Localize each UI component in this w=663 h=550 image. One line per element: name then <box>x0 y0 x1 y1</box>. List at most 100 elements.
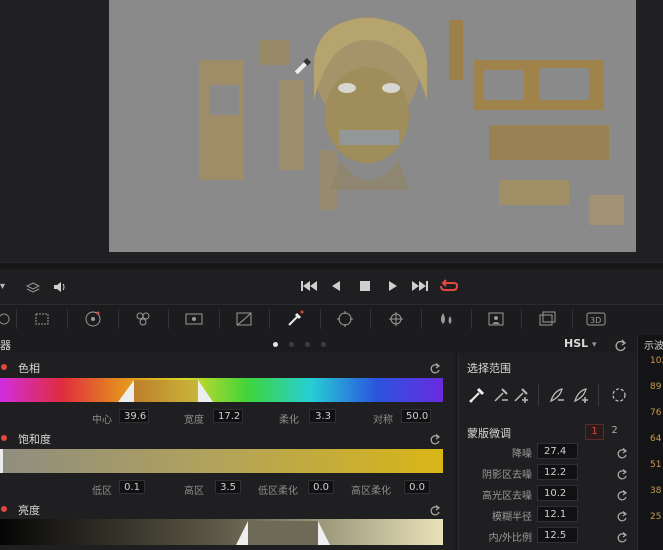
toolbar-divider <box>521 309 522 329</box>
tool-1-icon[interactable] <box>0 308 16 330</box>
panel-title: 器 <box>0 339 11 352</box>
scope-tick: 38 <box>650 486 662 496</box>
stop-icon[interactable] <box>356 277 374 295</box>
luminance-reset-icon[interactable] <box>429 502 441 516</box>
toolbar-divider <box>67 309 68 329</box>
hue-center-label: 中心 <box>92 415 112 426</box>
hue-reset-icon[interactable] <box>429 360 441 374</box>
hue-symmetry-label: 对称 <box>373 415 393 426</box>
page-tab-2[interactable]: 2 <box>606 424 623 438</box>
row-reset-icon[interactable] <box>616 529 628 543</box>
toolbar-divider <box>421 309 422 329</box>
mode-select[interactable]: HSL ▾ <box>564 337 597 350</box>
row-reset-icon[interactable] <box>616 445 628 459</box>
scope-header: 示波 <box>644 341 663 352</box>
tracker-icon[interactable] <box>384 308 408 330</box>
scope-tick: 102 <box>650 356 663 366</box>
scope-tick: 89 <box>650 382 662 392</box>
skip-to-start-icon[interactable] <box>300 277 318 295</box>
toolbar-divider <box>269 309 270 329</box>
key-icon[interactable] <box>484 308 508 330</box>
matte-row-value[interactable]: 10.2 <box>537 485 578 501</box>
step-back-icon[interactable] <box>327 277 345 295</box>
layers-icon[interactable] <box>25 279 41 298</box>
hue-center-value[interactable]: 39.6 <box>119 409 149 423</box>
hue-enabled-indicator[interactable] <box>1 364 7 370</box>
feather-add-icon[interactable] <box>572 386 590 408</box>
sizing-icon[interactable] <box>535 308 559 330</box>
toolbar-divider <box>219 309 220 329</box>
row-reset-icon[interactable] <box>616 487 628 501</box>
scope-tick: 76 <box>650 408 662 418</box>
page-dot[interactable] <box>289 342 294 347</box>
rgb-mixer-icon[interactable] <box>131 308 155 330</box>
hue-soft-label: 柔化 <box>279 415 299 426</box>
toolbar-divider <box>572 309 573 329</box>
qualifier-eyedropper-icon[interactable] <box>283 308 307 330</box>
divider <box>538 384 539 406</box>
dropdown-chevron-icon[interactable]: ▾ <box>0 281 5 292</box>
saturation-slider[interactable] <box>0 449 443 473</box>
motion-effects-icon[interactable] <box>182 308 206 330</box>
feather-subtract-icon[interactable] <box>548 386 566 408</box>
hue-title: 色相 <box>18 362 40 375</box>
toolbar-divider <box>16 309 17 329</box>
page-dot[interactable] <box>321 342 326 347</box>
eyedropper-add-icon[interactable] <box>512 386 530 408</box>
matte-row-value[interactable]: 12.1 <box>537 506 578 522</box>
sat-low-value[interactable]: 0.1 <box>119 480 145 494</box>
hue-soft-value[interactable]: 3.3 <box>309 409 336 423</box>
sat-high-value[interactable]: 3.5 <box>215 480 241 494</box>
color-wheel-icon[interactable] <box>81 308 105 330</box>
page-dot-active[interactable] <box>273 342 278 347</box>
eyedropper-icon[interactable] <box>468 386 486 408</box>
viewer-divider <box>0 262 663 269</box>
sat-highsoft-value[interactable]: 0.0 <box>404 480 430 494</box>
saturation-enabled-indicator[interactable] <box>1 435 7 441</box>
power-window-icon[interactable] <box>333 308 357 330</box>
toolbar-divider <box>320 309 321 329</box>
sat-highsoft-label: 高区柔化 <box>351 486 391 497</box>
sat-lowsoft-label: 低区柔化 <box>258 486 298 497</box>
matte-row-label: 高光区去噪 <box>482 491 532 502</box>
toolbar-divider <box>370 309 371 329</box>
matte-row-value[interactable]: 12.2 <box>537 464 578 480</box>
video-viewer[interactable] <box>109 0 636 252</box>
invert-icon[interactable] <box>610 386 628 408</box>
toolbar-divider <box>471 309 472 329</box>
viewer-image <box>109 0 636 252</box>
sat-lowsoft-value[interactable]: 0.0 <box>308 480 334 494</box>
motion-grid-icon[interactable] <box>30 308 54 330</box>
row-reset-icon[interactable] <box>616 508 628 522</box>
matte-row-label: 模糊半径 <box>492 512 532 523</box>
hue-slider[interactable] <box>0 378 443 402</box>
hue-symmetry-value[interactable]: 50.0 <box>401 409 431 423</box>
3d-icon[interactable]: 3D <box>584 308 608 330</box>
matte-row-value[interactable]: 27.4 <box>537 443 578 459</box>
matte-row-value[interactable]: 12.5 <box>537 527 578 543</box>
eyedropper-subtract-icon[interactable] <box>492 386 510 408</box>
skip-to-end-icon[interactable] <box>411 277 429 295</box>
curves-icon[interactable] <box>232 308 256 330</box>
blur-icon[interactable] <box>434 308 458 330</box>
page-tab-1[interactable]: 1 <box>585 424 604 440</box>
saturation-reset-icon[interactable] <box>429 431 441 445</box>
divider <box>598 384 599 406</box>
sat-low-label: 低区 <box>92 486 112 497</box>
page-dot[interactable] <box>305 342 310 347</box>
scope-tick: 64 <box>650 434 662 444</box>
play-icon[interactable] <box>384 277 402 295</box>
mode-value: HSL <box>564 337 589 350</box>
matte-row-label: 降噪 <box>512 449 532 460</box>
selection-range-title: 选择范围 <box>467 362 511 375</box>
hue-width-value[interactable]: 17.2 <box>213 409 243 423</box>
toolbar-divider <box>168 309 169 329</box>
row-reset-icon[interactable] <box>616 466 628 480</box>
matte-row-label: 阴影区去噪 <box>482 470 532 481</box>
loop-icon[interactable] <box>440 277 458 295</box>
chevron-down-icon: ▾ <box>591 340 597 350</box>
luminance-enabled-indicator[interactable] <box>1 506 7 512</box>
luminance-slider[interactable] <box>0 519 443 545</box>
luminance-title: 亮度 <box>18 504 40 517</box>
speaker-icon[interactable] <box>52 279 68 298</box>
